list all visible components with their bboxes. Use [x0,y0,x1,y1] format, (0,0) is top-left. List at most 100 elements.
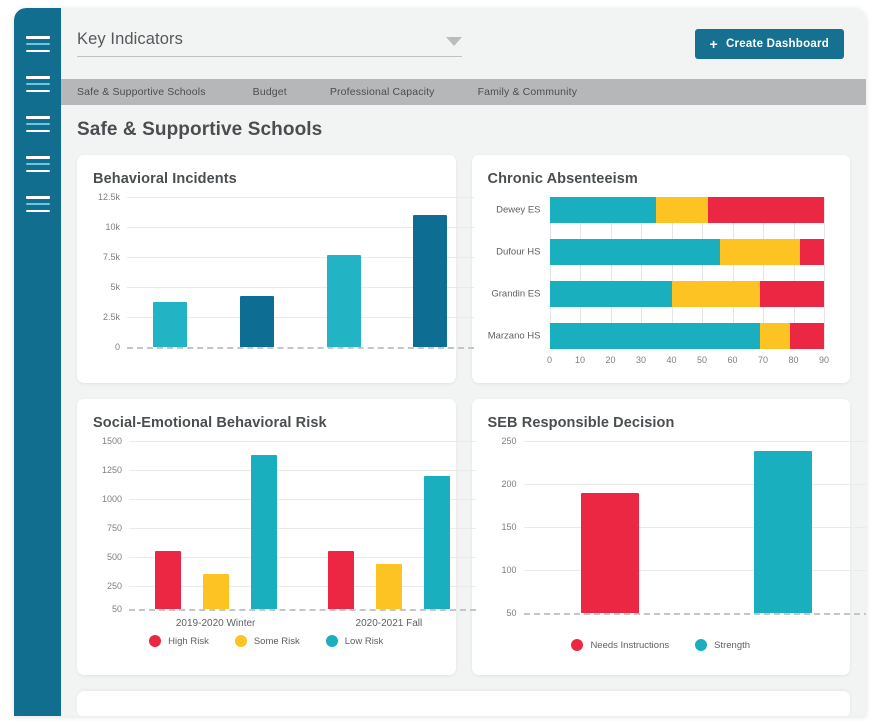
hamburger-menu-icon [26,163,50,166]
bar-segment [550,323,760,349]
bar-segment [790,323,824,349]
category-label: Dufour HS [496,247,549,258]
card-seb-responsible-decision: SEB Responsible Decision 50100150200250 … [472,399,851,675]
bar [240,296,274,347]
bar [251,455,277,609]
sidebar-menu-3[interactable] [26,116,50,132]
group-label: 2020-2021 Fall [356,609,423,629]
dashboard-select[interactable]: Key Indicators [77,30,462,57]
table-row: Dewey ES [550,197,825,223]
bar-segment [720,239,799,265]
category-label: Marzano HS [488,331,550,342]
chart-title: Chronic Absenteeism [488,171,835,187]
x-axis-tick-label: 50 [697,349,707,365]
legend-color-dot [326,635,338,647]
bar-segment [550,197,657,223]
bar [153,302,187,347]
hamburger-menu-icon [26,90,50,93]
card-behavioral-incidents: Behavioral Incidents 02.5k5k7.5k10k12.5k [77,155,456,383]
hamburger-menu-icon [26,130,50,133]
bar-segment [672,281,760,307]
table-row: Marzano HS [550,323,825,349]
y-axis-tick-label: 250 [501,436,523,446]
x-axis-tick-label: 80 [788,349,798,365]
chart-plot-social-emotional-risk: 50250500750100012501500 2019-2020 Winter… [129,441,476,609]
sidebar-menu-5[interactable] [26,196,50,212]
y-axis-tick-label: 1500 [102,436,129,446]
sidebar [14,8,61,716]
hamburger-menu-icon [26,43,50,46]
hamburger-menu-icon [26,156,50,159]
y-axis-tick-label: 750 [107,523,129,533]
hamburger-menu-icon [26,123,50,126]
y-axis-tick-label: 0 [115,342,127,352]
y-axis-tick-label: 150 [501,522,523,532]
legend-color-dot [235,635,247,647]
hamburger-menu-icon [26,203,50,206]
legend-label: Strength [714,640,750,651]
sidebar-menu-1[interactable] [26,36,50,52]
chart-plot-chronic-absenteeism: 0102030405060708090Dewey ESDufour HSGran… [550,197,825,349]
y-axis-tick-label: 100 [501,565,523,575]
bar-segment [550,239,721,265]
y-axis-tick-label: 12.5k [98,192,127,202]
hamburger-menu-icon [26,170,50,173]
plus-icon: + [710,37,718,51]
y-axis-tick-label: 10k [105,222,127,232]
hamburger-menu-icon [26,116,50,119]
create-dashboard-button[interactable]: + Create Dashboard [695,29,845,59]
chart-plot-seb-responsible-decision: 50100150200250 [524,441,867,613]
y-axis-tick-label: 1000 [102,494,129,504]
bar [155,551,181,609]
card-chronic-absenteeism: Chronic Absenteeism 0102030405060708090D… [472,155,851,383]
sidebar-menu-2[interactable] [26,76,50,92]
chart-legend: Needs Instructions Strength [488,639,835,651]
category-label: Grandin ES [491,289,549,300]
hamburger-menu-icon [26,76,50,79]
y-axis-tick-label: 2.5k [103,312,127,322]
axis-baseline [524,613,867,615]
bar-segment [760,323,791,349]
table-row: Grandin ES [550,281,825,307]
table-row: Dufour HS [550,239,825,265]
bar [413,215,447,347]
bars-layer: 2019-2020 Winter2020-2021 Fall [129,441,476,609]
bars-layer [524,441,867,613]
y-axis-tick-label: 250 [107,581,129,591]
tab-family-community[interactable]: Family & Community [478,86,599,98]
tab-safe-supportive-schools[interactable]: Safe & Supportive Schools [77,86,227,98]
hamburger-menu-icon [26,196,50,199]
bar [328,551,354,609]
y-axis-tick-label: 1250 [102,465,129,475]
sidebar-menu-4[interactable] [26,156,50,172]
legend-item: Some Risk [235,635,300,647]
bar [203,574,229,609]
x-axis-tick-label: 40 [666,349,676,365]
chevron-down-icon [446,37,462,46]
chart-title: Social-Emotional Behavioral Risk [93,415,440,431]
legend-label: Needs Instructions [590,640,669,651]
chart-title: Behavioral Incidents [93,171,440,187]
tab-professional-capacity[interactable]: Professional Capacity [330,86,456,98]
y-axis-tick-label: 50 [112,604,129,614]
y-axis-tick-label: 200 [501,479,523,489]
bar-group: 2020-2021 Fall [328,441,450,609]
category-label: Dewey ES [496,205,549,216]
tab-budget[interactable]: Budget [253,86,308,98]
legend-item: High Risk [149,635,209,647]
chart-legend: High Risk Some Risk Low Risk [93,635,440,647]
card-row-2: Social-Emotional Behavioral Risk 5025050… [77,399,850,675]
hamburger-menu-icon [26,36,50,39]
legend-color-dot [571,639,583,651]
x-axis-tick-label: 10 [575,349,585,365]
y-axis-tick-label: 5k [110,282,127,292]
legend-color-dot [149,635,161,647]
chart-plot-behavioral-incidents: 02.5k5k7.5k10k12.5k [127,197,474,347]
legend-label: Low Risk [345,636,384,647]
hamburger-menu-icon [26,50,50,53]
legend-item: Low Risk [326,635,384,647]
legend-item: Needs Instructions [571,639,669,651]
x-axis-tick-label: 30 [636,349,646,365]
chart-title: SEB Responsible Decision [488,415,835,431]
bar-segment [656,197,708,223]
